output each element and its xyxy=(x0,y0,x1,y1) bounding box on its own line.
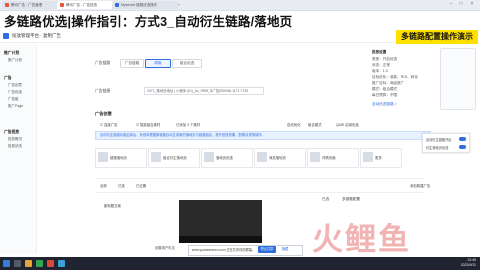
card-thumbnail xyxy=(310,152,320,162)
app-brand: 投放管理平台 · 复制广告 xyxy=(12,33,61,38)
link-card[interactable]: 组合衍生落地页 xyxy=(148,148,200,168)
card-label: 链路落地页 xyxy=(110,156,127,160)
card-thumbnail xyxy=(363,152,373,162)
auto-optimize-link[interactable]: 自动优选链路 > xyxy=(372,102,397,107)
demo-label: 多链路配置操作演示 xyxy=(396,30,478,44)
sidebar-group-title: 广告 xyxy=(4,76,12,80)
sidebar: 推广计划 推广计划 广告 广告创意 广告优选 广告组 推广Page 广告投放 投… xyxy=(0,44,37,254)
info-line: 状态：正常 xyxy=(372,63,390,67)
card-label: 更多 xyxy=(375,156,382,160)
link-card[interactable]: 落地页优选 xyxy=(201,148,253,168)
table-filter[interactable]: 全部 xyxy=(100,183,107,188)
minimize-icon[interactable]: – xyxy=(446,1,456,7)
hide-button[interactable]: 隐藏 xyxy=(278,246,292,253)
card-label: 商品落地页 xyxy=(269,156,286,160)
card-thumbnail xyxy=(151,152,161,162)
card-label: 详情页面 xyxy=(322,156,336,160)
sidebar-item[interactable]: 广告创意 xyxy=(8,83,22,88)
info-line: 版本：1.0 xyxy=(372,69,388,73)
watermark-logo: 火鲤鱼 xyxy=(312,222,411,257)
sidebar-item[interactable]: 广告优选 xyxy=(8,90,22,95)
info-line: 推广目标：商品推广 xyxy=(372,81,405,85)
visibility-checkbox[interactable]: 设置用户可见 xyxy=(155,245,175,250)
info-line: 类型：开启优选 xyxy=(372,57,398,61)
right-panel-title: 投放设置 xyxy=(372,50,387,54)
tab-selected[interactable]: 已选 xyxy=(322,197,329,202)
browser-icon[interactable] xyxy=(36,260,43,267)
app-icon[interactable] xyxy=(47,260,54,267)
phone-preview xyxy=(440,48,476,110)
ad-link-option[interactable]: 组合优选 xyxy=(172,59,202,68)
divider xyxy=(95,178,425,179)
sidebar-item[interactable]: 投放概况 xyxy=(8,137,22,142)
section-title: 广告创意 xyxy=(95,111,112,116)
card-thumbnail xyxy=(257,152,267,162)
table-filter[interactable]: 已过期 xyxy=(136,183,146,188)
combo-mode-select[interactable]: 组合模式 xyxy=(308,122,322,127)
stop-share-button[interactable]: 停止共享 xyxy=(258,246,276,253)
browser-tab[interactable]: 腾讯广告 - 广告管理 xyxy=(2,1,60,9)
maximize-icon[interactable]: □ xyxy=(456,1,466,7)
browser-tab[interactable]: 腾讯广告 - 广告投放 xyxy=(57,1,115,9)
popup-option: 自动衍生链路开启 xyxy=(426,138,452,142)
sidebar-group-title: 广告投放 xyxy=(4,130,20,134)
video-player[interactable] xyxy=(179,200,262,243)
sidebar-group-title: 推广计划 xyxy=(4,51,20,55)
folder-icon[interactable] xyxy=(25,260,32,267)
divider xyxy=(95,192,425,193)
link-card[interactable]: 商品落地页 xyxy=(254,148,306,168)
auto-optimize-toggle[interactable]: 自动优化 xyxy=(287,122,301,127)
video-controls[interactable] xyxy=(179,236,262,243)
table-filter[interactable]: 已选 xyxy=(118,183,125,188)
popup-option: 衍生落地页优选 xyxy=(426,146,449,150)
sidebar-item[interactable]: 推广计划 xyxy=(8,58,22,63)
card-thumbnail xyxy=(98,152,108,162)
app-favicon-icon xyxy=(60,3,64,8)
option-popup: 自动衍生链路开启 衍生落地页优选 xyxy=(422,133,470,153)
app-favicon-icon xyxy=(115,3,119,8)
browser-tab[interactable]: Mysecret 链路优选操作 xyxy=(112,1,178,9)
start-icon[interactable] xyxy=(3,260,10,267)
checkbox-option[interactable]: ☑ 连接广告 xyxy=(100,122,118,127)
toggle-switch[interactable] xyxy=(459,145,466,149)
search-icon[interactable] xyxy=(14,260,21,267)
close-icon[interactable]: × xyxy=(467,1,477,7)
sidebar-item[interactable]: 广告组 xyxy=(8,97,19,102)
taskbar xyxy=(0,257,480,270)
add-ad-link[interactable]: 添加新建广告 xyxy=(410,183,430,188)
taskbar-clock: 13:49 2023/9/11 xyxy=(461,258,476,268)
toggle-switch[interactable] xyxy=(459,137,466,141)
selected-count: 已添加 3 个素材 xyxy=(176,123,201,127)
card-label: 落地页优选 xyxy=(216,156,233,160)
card-thumbnail xyxy=(204,152,214,162)
ad-url-input[interactable]: 0371_落地页地址 | 小程序 (ID)_Ac_9999_B广告(RD0W) … xyxy=(144,87,264,95)
tutorial-title: 多链路优选|操作指引：方式3_自动衍生链路/落地页 xyxy=(4,15,293,29)
checkbox-option[interactable]: ☑ 智能组合素材 xyxy=(136,122,160,127)
sidebar-item[interactable]: 推广Page xyxy=(8,104,23,109)
app-favicon-icon xyxy=(5,3,9,8)
link-card[interactable]: 更多 xyxy=(360,148,402,168)
ad-url-label: 广告链接 xyxy=(95,89,111,93)
info-line: 每日预算：不限 xyxy=(372,93,398,97)
chat-icon[interactable] xyxy=(58,260,65,267)
ad-link-option-selected[interactable]: 原版 xyxy=(145,59,171,68)
enable-optimize-toggle[interactable]: Q&RI 启用优选 xyxy=(336,122,359,127)
new-tab-button[interactable]: + xyxy=(175,1,187,9)
link-card[interactable]: 详情页面 xyxy=(307,148,359,168)
sidebar-item[interactable]: 投放状态 xyxy=(8,144,22,149)
tab-config[interactable]: 多链路配置 xyxy=(342,197,360,202)
link-card[interactable]: 链路落地页 xyxy=(95,148,147,168)
ad-link-label: 广告链路 xyxy=(95,61,111,65)
info-line: 模式：组合模式 xyxy=(372,87,398,91)
app-logo-icon xyxy=(3,33,9,39)
ad-link-option[interactable]: 广告链路 xyxy=(120,59,144,68)
clock-date: 2023/9/11 xyxy=(460,263,476,267)
info-line: 目标优化：收款、ROI、转化 xyxy=(372,75,418,79)
card-label: 组合衍生落地页 xyxy=(163,156,187,160)
field-label: 副标题文案 xyxy=(104,204,121,208)
